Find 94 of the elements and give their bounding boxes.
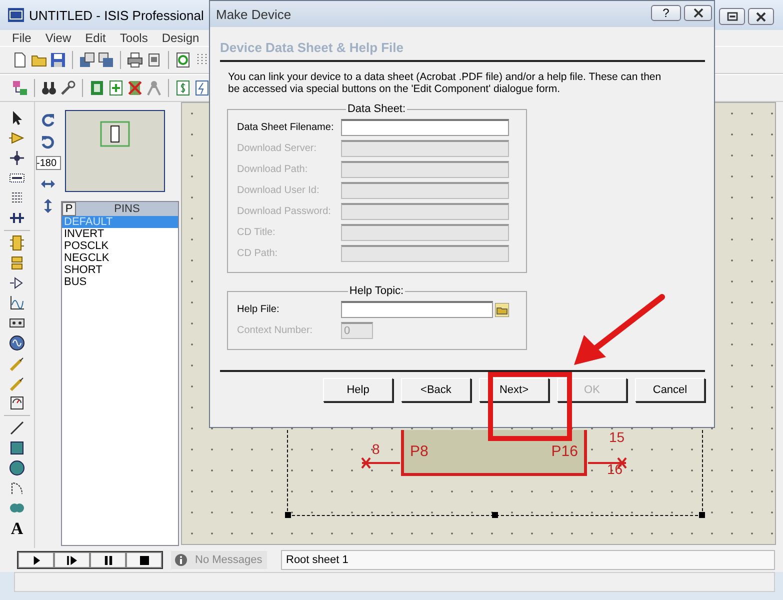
window-title: UNTITLED - ISIS Professional <box>29 8 204 22</box>
field-label: Download Path: <box>237 164 309 175</box>
chip-preview-icon <box>100 121 130 147</box>
rotate-counterclockwise-icon[interactable] <box>40 134 56 150</box>
selection-handle[interactable] <box>492 512 498 518</box>
pin-number: 16 <box>607 462 623 476</box>
menu-item[interactable]: Edit <box>85 30 106 46</box>
restore-icon <box>726 12 738 21</box>
circle-icon[interactable] <box>9 460 25 476</box>
step-button[interactable] <box>54 552 90 568</box>
close-button[interactable] <box>748 8 774 25</box>
dialog-button[interactable]: <Back <box>401 378 471 402</box>
rotation-field[interactable]: -180 <box>36 156 60 170</box>
line-icon[interactable] <box>9 420 25 436</box>
field-label: Download User Id: <box>237 185 320 196</box>
pin-list-item[interactable]: SHORT <box>62 264 178 276</box>
lightning-page-icon[interactable] <box>194 80 210 96</box>
app-logo-icon <box>8 8 24 22</box>
field-label: CD Title: <box>237 227 276 238</box>
text-tool[interactable]: A <box>10 520 24 538</box>
dollar-page-icon[interactable] <box>175 80 191 96</box>
pin-list-item[interactable]: POSCLK <box>62 240 178 252</box>
restore-button[interactable] <box>719 8 745 25</box>
menu-item[interactable]: File <box>12 30 32 46</box>
export-icon[interactable] <box>98 52 114 68</box>
stop-button[interactable] <box>126 552 162 568</box>
help-button[interactable]: ? <box>651 5 681 21</box>
arc-icon[interactable] <box>9 480 25 496</box>
pin-icon[interactable] <box>9 275 25 291</box>
field-label: Context Number: <box>237 325 314 336</box>
group-title: Data Sheet: <box>346 103 407 115</box>
pause-button[interactable] <box>90 552 126 568</box>
junction-icon[interactable] <box>9 150 25 166</box>
p-button[interactable]: P <box>62 202 76 216</box>
group-title: Help Topic: <box>348 285 405 297</box>
dialog-button[interactable]: Next> <box>479 378 549 402</box>
field-label: Help File: <box>237 304 280 315</box>
selection-handle[interactable] <box>699 512 705 518</box>
import-icon[interactable] <box>79 52 95 68</box>
bus-icon[interactable] <box>9 210 25 226</box>
add-page-icon[interactable] <box>108 80 124 96</box>
box-icon[interactable] <box>9 440 25 456</box>
pin-label: P16 <box>551 443 578 460</box>
description-text: You can link your device to a data sheet (Acrobat .PDF file) and/or a help file. These can then be accessed via special buttons on the 'Edit Component' dialogue form. <box>228 71 662 95</box>
play-button[interactable] <box>18 552 54 568</box>
field-label: Download Server: <box>237 143 318 154</box>
selection-handle[interactable] <box>285 512 291 518</box>
pin-number: 15 <box>609 430 625 444</box>
new-file-icon[interactable] <box>12 52 28 68</box>
pause-icon <box>104 556 112 564</box>
dialog-button[interactable]: Cancel <box>635 378 705 402</box>
pins-header: PINS <box>113 202 141 216</box>
pin-number: 8 <box>372 442 380 456</box>
generator-icon[interactable] <box>9 335 25 351</box>
play-icon <box>32 556 40 564</box>
component-icon[interactable] <box>9 130 25 146</box>
close-button[interactable] <box>684 5 712 21</box>
close-icon <box>692 8 704 18</box>
pin-label: P8 <box>410 443 428 460</box>
stop-icon <box>140 556 148 564</box>
pin-list-item[interactable]: NEGCLK <box>62 252 178 264</box>
chip-page-icon[interactable] <box>89 80 105 96</box>
terminal-icon[interactable] <box>9 255 25 271</box>
dialog-title: Make Device <box>216 6 292 22</box>
status-message: No Messages <box>195 554 262 566</box>
sheet-status: Root sheet 1 <box>281 550 775 570</box>
binoculars-icon[interactable] <box>41 80 57 96</box>
dialog-heading: Device Data Sheet & Help File <box>220 40 405 55</box>
meter-icon[interactable] <box>9 395 25 411</box>
graph-icon[interactable] <box>9 295 25 311</box>
folder-icon[interactable] <box>495 302 509 316</box>
input-field[interactable] <box>341 301 493 318</box>
menu-item[interactable]: Tools <box>120 30 148 46</box>
save-icon[interactable] <box>50 52 66 68</box>
rotate-clockwise-icon[interactable] <box>40 112 56 128</box>
field-label: Data Sheet Filename: <box>237 122 335 133</box>
hierarchy-icon[interactable] <box>12 80 28 96</box>
refresh-icon[interactable] <box>175 52 191 68</box>
step-icon <box>66 556 78 564</box>
page-icon[interactable] <box>146 52 162 68</box>
info-icon <box>175 554 187 566</box>
menu-item[interactable]: Design <box>162 30 200 46</box>
menu-item[interactable]: View <box>45 30 72 46</box>
dialog-button[interactable]: Help <box>323 378 393 402</box>
close-icon <box>756 12 766 22</box>
pin-list-item[interactable]: INVERT <box>62 228 178 240</box>
delete-page-icon[interactable] <box>127 80 143 96</box>
field-label: Download Password: <box>237 206 332 217</box>
field-label: CD Path: <box>237 248 279 259</box>
print-icon[interactable] <box>127 52 143 68</box>
input-field[interactable] <box>341 119 509 136</box>
wrench-icon[interactable] <box>60 80 76 96</box>
subcircuit-icon[interactable] <box>9 235 25 251</box>
pin-list-item[interactable]: BUS <box>62 276 178 288</box>
